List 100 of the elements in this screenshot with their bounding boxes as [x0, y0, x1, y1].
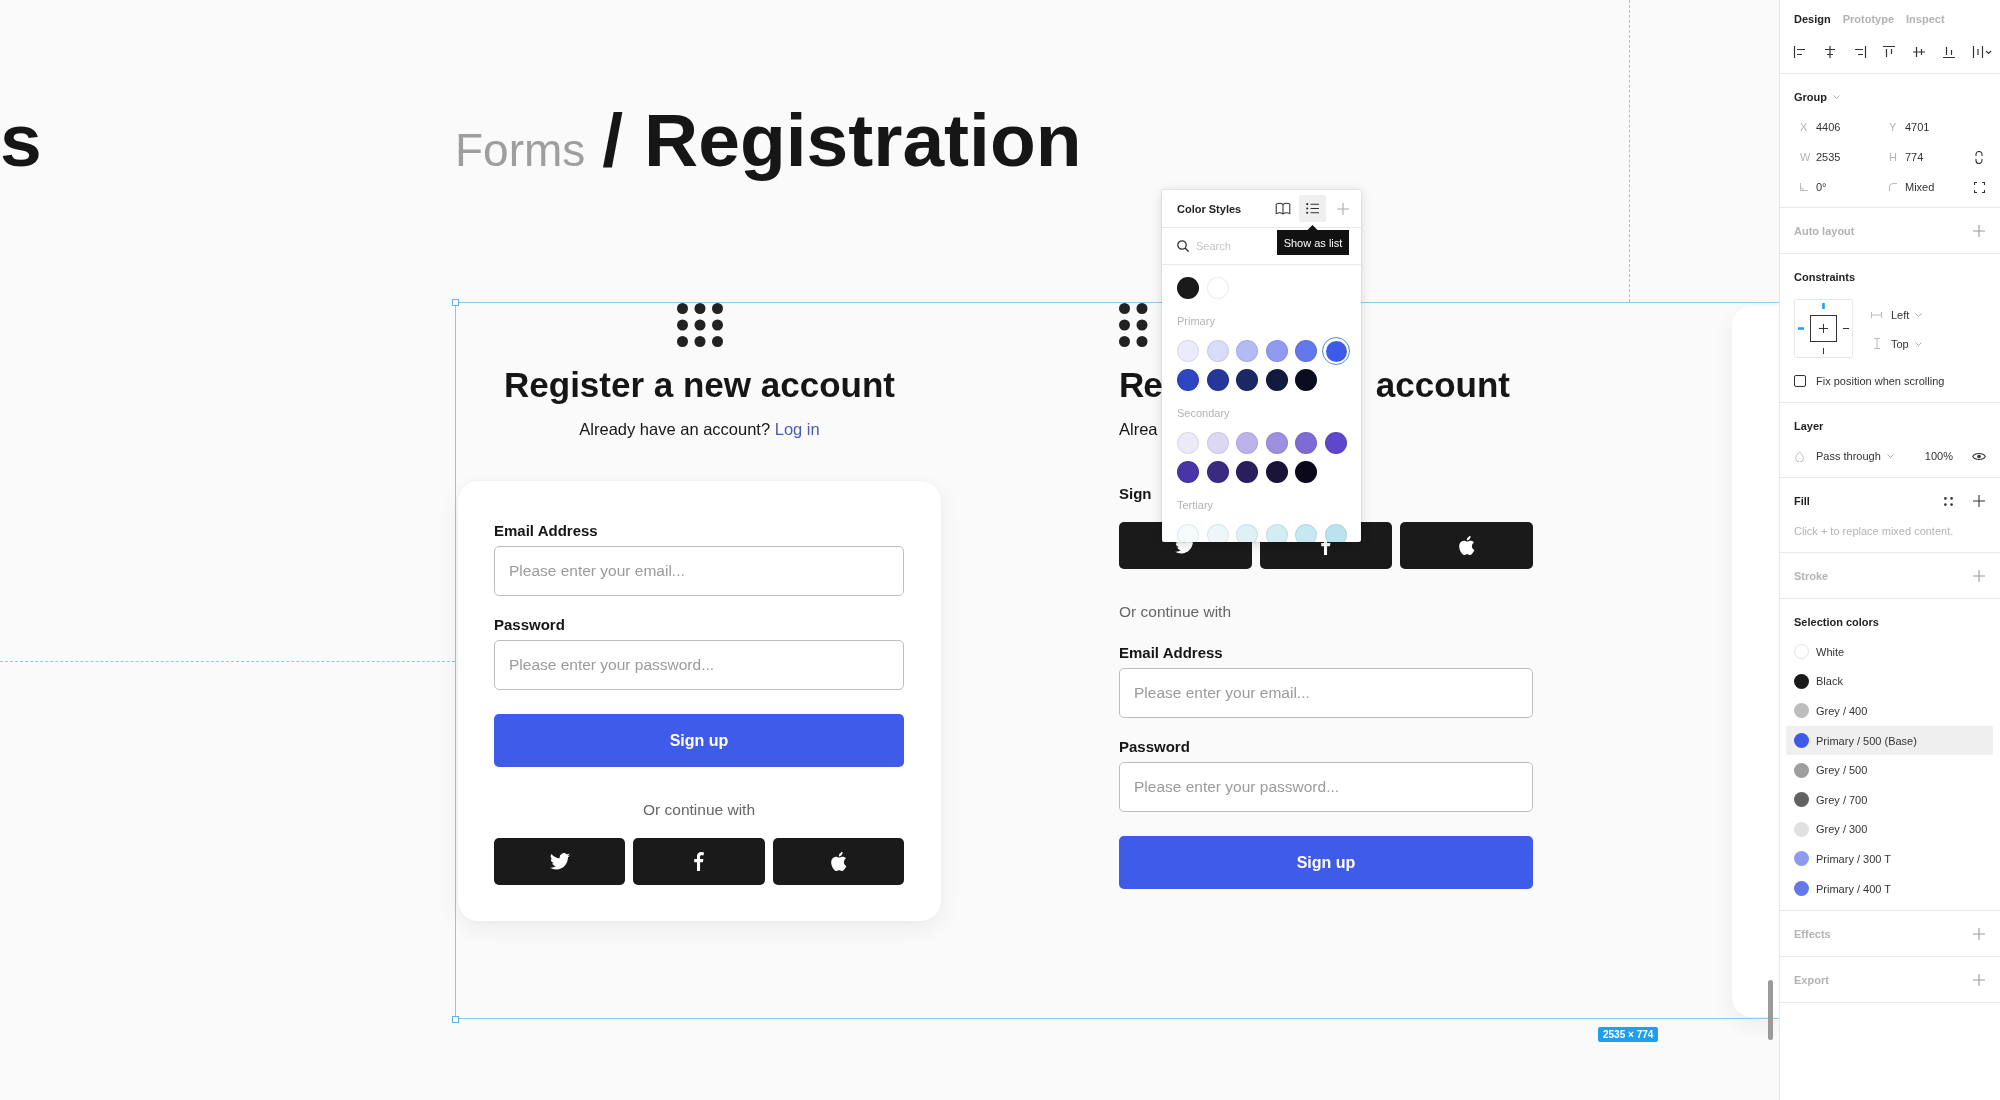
color-swatch-icon[interactable] [1265, 432, 1288, 454]
color-swatch-icon[interactable] [1295, 369, 1318, 391]
number-field[interactable]: 774 [1905, 151, 1972, 163]
color-name: Black [1816, 675, 1843, 688]
color-swatch-icon[interactable] [1295, 340, 1318, 362]
color-swatch-icon[interactable] [1295, 461, 1318, 483]
constraint-dropdown[interactable]: Left [1871, 300, 1923, 329]
section-title: Selection colors [1794, 616, 1879, 628]
color-swatch-icon[interactable] [1177, 432, 1199, 454]
input-field[interactable]: Please enter your email... [494, 546, 904, 596]
heading-text: account [1375, 364, 1510, 406]
color-list-item[interactable]: Grey / 700 [1786, 784, 1993, 815]
field-label: X [1800, 121, 1809, 133]
color-list-item[interactable]: Primary / 500 (Base) [1786, 725, 1993, 756]
color-swatch-icon[interactable] [1236, 461, 1259, 483]
size-label: 2535 × 774 [1598, 1027, 1659, 1042]
color-swatch-icon[interactable] [1236, 340, 1259, 362]
section-title: Constraints [1794, 271, 1856, 283]
apple-icon [1458, 535, 1476, 556]
number-field[interactable]: 4406 [1816, 121, 1889, 133]
distribute-icon[interactable] [1971, 45, 1992, 59]
color-swatch-icon[interactable] [1265, 369, 1288, 391]
chevron-icon [1914, 341, 1922, 346]
constraints-widget[interactable] [1794, 299, 1853, 358]
dot-grid-icon [1119, 303, 1148, 347]
section-title: Layer [1794, 420, 1824, 432]
color-swatch-icon[interactable] [1206, 432, 1229, 454]
color-swatch-icon[interactable] [1177, 524, 1199, 542]
color-list-item[interactable]: Black [1786, 666, 1993, 697]
link-icon[interactable] [1975, 150, 1983, 164]
heading-text: s [0, 103, 42, 178]
color-list-item[interactable]: White [1786, 637, 1993, 667]
color-swatch-icon[interactable] [1324, 524, 1347, 542]
divider-text: Or continue with [643, 800, 755, 820]
hint-text: Click + to replace mixed content. [1793, 524, 1955, 539]
field-label: Password [1119, 737, 1190, 757]
color-swatch-icon[interactable] [1177, 369, 1199, 391]
plus-icon [1336, 202, 1349, 215]
color-swatch-icon[interactable] [1206, 524, 1229, 542]
color-swatch-icon[interactable] [1265, 524, 1288, 542]
scrollbar[interactable] [1768, 980, 1773, 1040]
group-label: Tertiary [1177, 498, 1215, 512]
popup-title: Color Styles [1177, 202, 1242, 215]
color-name: Grey / 300 [1816, 823, 1868, 836]
corners-icon[interactable] [1973, 181, 1985, 193]
color-swatch-icon[interactable] [1206, 369, 1229, 391]
color-swatch-icon[interactable] [1206, 461, 1229, 483]
eye-icon[interactable] [1972, 451, 1986, 461]
resize-handle[interactable] [452, 299, 459, 306]
droplet-icon [1795, 450, 1804, 462]
resize-handle[interactable] [452, 1016, 459, 1023]
color-swatch-icon[interactable] [1324, 432, 1347, 454]
field-label: Y [1889, 121, 1898, 133]
color-name: Primary / 300 T [1816, 852, 1891, 865]
plus-icon[interactable] [1973, 495, 1985, 507]
color-swatch-icon[interactable] [1295, 524, 1318, 542]
login-link[interactable]: Log in [774, 420, 820, 438]
number-field[interactable]: 2535 [1816, 151, 1889, 163]
align-right-icon[interactable] [1852, 45, 1867, 59]
input-field[interactable]: Please enter your password... [1119, 762, 1533, 812]
align-top-icon[interactable] [1882, 45, 1897, 59]
align-bottom-icon[interactable] [1942, 45, 1956, 59]
search-field[interactable]: Search [1196, 240, 1266, 252]
color-list-item[interactable]: Primary / 300 T [1786, 844, 1993, 874]
color-swatch-icon[interactable] [1236, 432, 1259, 454]
social-login-button[interactable] [494, 838, 626, 885]
input-field[interactable]: Please enter your password... [494, 640, 904, 690]
tab[interactable]: Design [1794, 13, 1831, 25]
color-swatch-icon[interactable] [1265, 340, 1288, 362]
color-swatch-icon[interactable] [1236, 369, 1259, 391]
number-field[interactable]: 0° [1816, 181, 1889, 193]
color-list-item[interactable]: Grey / 400 [1786, 696, 1993, 726]
color-list-item[interactable]: Primary / 400 T [1786, 873, 1993, 904]
constraint-dropdown[interactable]: Top [1871, 329, 1923, 358]
social-login-button[interactable] [772, 838, 904, 885]
input-field[interactable]: Please enter your email... [1119, 668, 1533, 718]
sign-up-button[interactable]: Sign up [494, 714, 904, 767]
align-left-icon[interactable] [1793, 45, 1807, 59]
color-list-item[interactable]: Grey / 500 [1786, 755, 1993, 785]
blend-mode-dropdown[interactable]: Pass through [1816, 441, 1903, 471]
color-swatch-icon[interactable] [1265, 461, 1288, 483]
color-swatch-icon[interactable] [1236, 524, 1259, 542]
toolbar-button[interactable] [1299, 195, 1326, 222]
align-middle-icon[interactable] [1912, 45, 1927, 59]
style-grid-icon[interactable] [1944, 496, 1953, 506]
sign-up-button[interactable]: Sign up [1119, 836, 1533, 889]
color-swatch-icon[interactable] [1177, 340, 1199, 362]
color-swatch-icon[interactable] [1177, 277, 1199, 299]
color-list-item[interactable]: Grey / 300 [1786, 814, 1993, 845]
color-swatch-icon[interactable] [1295, 432, 1318, 454]
social-login-button[interactable] [1400, 522, 1533, 569]
align-center-icon[interactable] [1822, 45, 1837, 59]
number-field[interactable]: 4701 [1905, 121, 1972, 133]
opacity-field[interactable]: 100% [1924, 450, 1953, 462]
heading: Register a new account [504, 364, 895, 406]
checkbox[interactable] [1794, 375, 1806, 387]
chevron-icon [1886, 454, 1894, 458]
number-field[interactable]: Mixed [1905, 181, 1972, 193]
color-swatch-icon[interactable] [1177, 461, 1199, 483]
color-swatch-icon[interactable] [1206, 340, 1229, 362]
